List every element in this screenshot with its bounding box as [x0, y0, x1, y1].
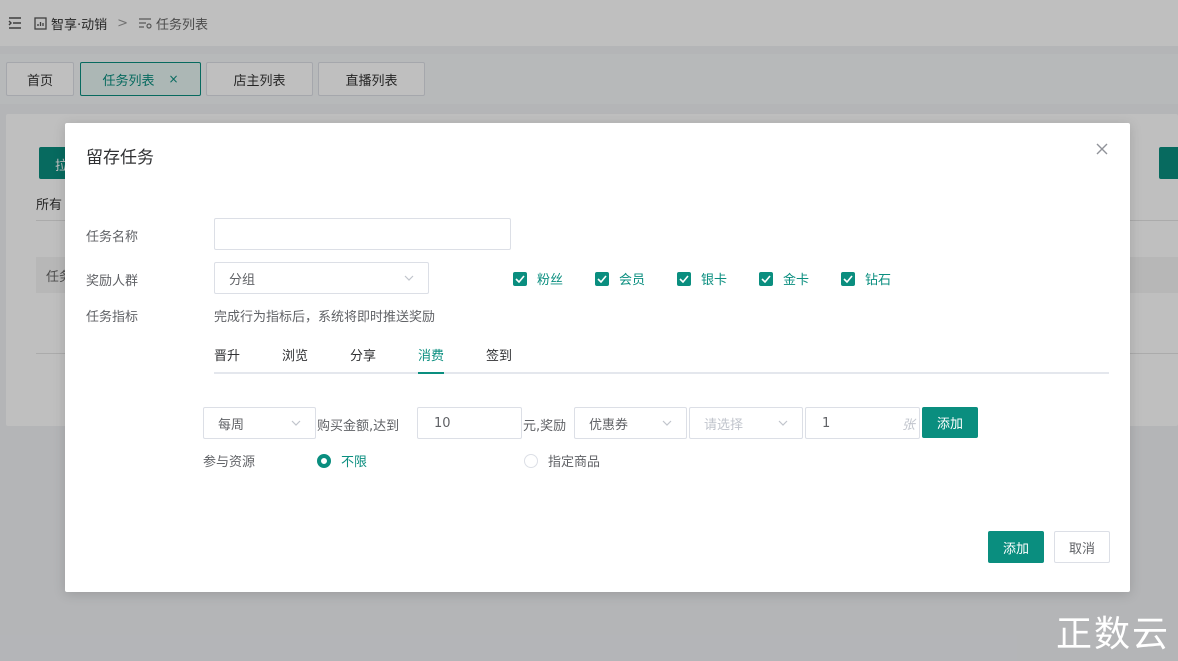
checkbox-label: 粉丝 — [537, 273, 564, 288]
task-metric-label: 任务指标 — [86, 310, 139, 325]
task-name-label: 任务名称 — [86, 230, 139, 245]
close-icon[interactable] — [1094, 141, 1110, 157]
quantity-value: 1 — [822, 415, 831, 431]
checkbox-label: 银卡 — [701, 273, 728, 288]
period-select[interactable]: 每周 — [203, 407, 316, 439]
purchase-amount-text: 购买金额,达到 — [317, 419, 400, 434]
chevron-down-icon — [404, 275, 414, 281]
retention-task-modal: 留存任务 任务名称 奖励人群 分组 粉丝 会员 银卡 金卡 钻石 任务指标 完成… — [65, 123, 1130, 592]
reward-type-select[interactable]: 优惠券 — [574, 407, 687, 439]
coupon-placeholder: 请选择 — [704, 417, 744, 433]
checkbox-label: 钻石 — [865, 273, 892, 288]
watermark-text: 正数云 — [1055, 614, 1170, 655]
radio-specific-product[interactable]: 指定商品 — [524, 451, 600, 470]
checkbox-fans[interactable]: 粉丝 — [513, 269, 563, 288]
reward-group-label: 奖励人群 — [86, 274, 139, 289]
modal-title: 留存任务 — [86, 148, 154, 168]
radio-unlimited[interactable]: 不限 — [317, 451, 367, 470]
chevron-down-icon — [778, 420, 788, 426]
radio-dot — [524, 453, 538, 468]
radio-label: 指定商品 — [548, 455, 601, 470]
amount-value: 10 — [434, 415, 451, 431]
confirm-add-button[interactable]: 添加 — [988, 531, 1044, 563]
check-icon — [513, 271, 527, 286]
reward-text: 元,奖励 — [523, 419, 567, 434]
tab-share[interactable]: 分享 — [350, 345, 376, 364]
checkbox-diamond[interactable]: 钻石 — [841, 269, 891, 288]
check-icon — [759, 271, 773, 286]
checkbox-label: 会员 — [619, 273, 646, 288]
group-select-value: 分组 — [229, 272, 256, 288]
chevron-down-icon — [291, 420, 301, 426]
coupon-select[interactable]: 请选择 — [689, 407, 803, 439]
check-icon — [677, 271, 691, 286]
radio-dot — [317, 453, 331, 468]
reward-type-value: 优惠券 — [589, 417, 629, 433]
checkbox-label: 金卡 — [783, 273, 810, 288]
tab-promotion[interactable]: 晋升 — [214, 345, 240, 364]
checkbox-member[interactable]: 会员 — [595, 269, 645, 288]
cancel-button[interactable]: 取消 — [1054, 531, 1110, 563]
quantity-unit: 张 — [901, 417, 915, 433]
task-metric-hint: 完成行为指标后，系统将即时推送奖励 — [214, 310, 436, 325]
tab-browse[interactable]: 浏览 — [282, 345, 308, 364]
metric-tabs: 晋升 浏览 分享 消费 签到 — [214, 337, 1109, 374]
period-value: 每周 — [218, 417, 245, 433]
amount-input[interactable]: 10 — [417, 407, 522, 439]
quantity-input[interactable]: 1 张 — [805, 407, 920, 439]
checkbox-gold-card[interactable]: 金卡 — [759, 269, 809, 288]
check-icon — [595, 271, 609, 286]
chevron-down-icon — [662, 420, 672, 426]
tab-consume[interactable]: 消费 — [418, 345, 445, 374]
task-name-input[interactable] — [214, 218, 511, 250]
add-rule-button[interactable]: 添加 — [922, 407, 978, 438]
check-icon — [841, 271, 855, 286]
resource-label: 参与资源 — [203, 455, 256, 470]
radio-label: 不限 — [341, 455, 368, 470]
group-select[interactable]: 分组 — [214, 262, 429, 294]
checkbox-silver-card[interactable]: 银卡 — [677, 269, 727, 288]
tab-sign-in[interactable]: 签到 — [486, 345, 512, 364]
